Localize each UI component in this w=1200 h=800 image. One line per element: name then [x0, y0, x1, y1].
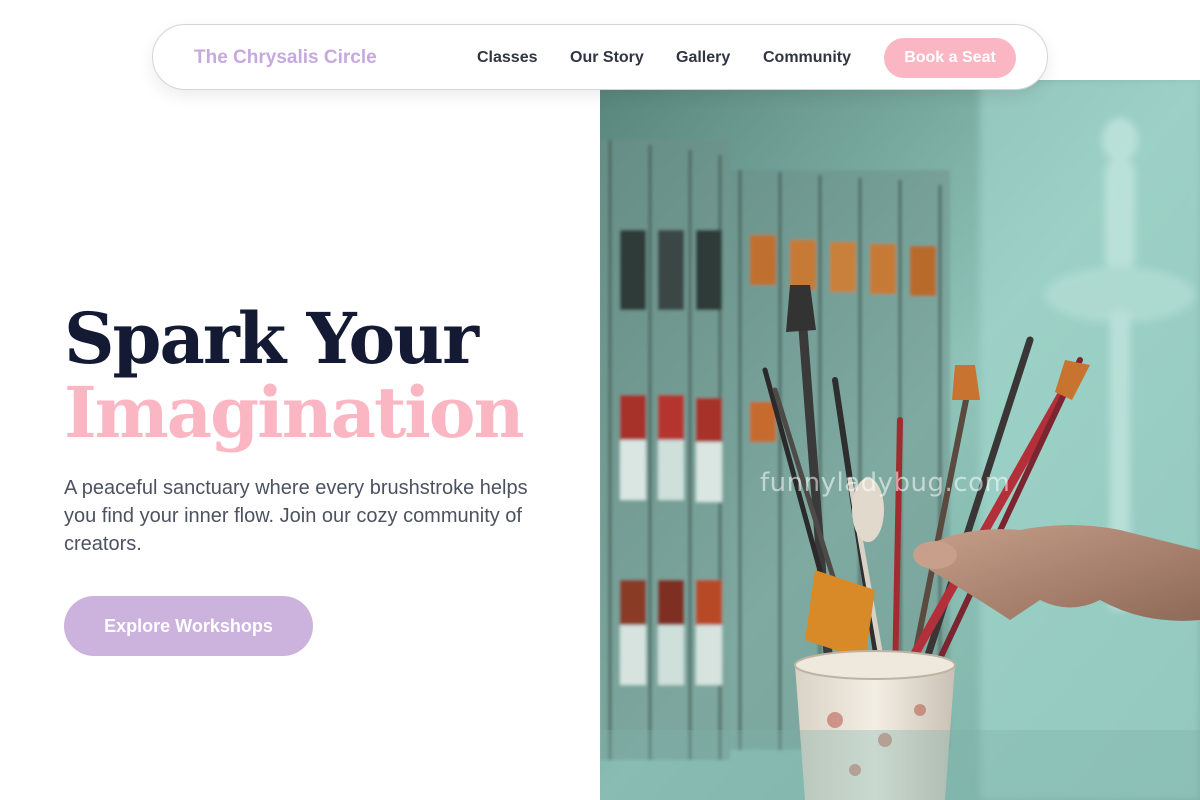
image-watermark: funnyladybug.com	[760, 468, 1011, 498]
headline-line-2: Imagination	[64, 371, 524, 454]
nav-link-community[interactable]: Community	[763, 49, 851, 67]
hero-image: funnyladybug.com	[600, 80, 1200, 800]
navbar: The Chrysalis Circle Classes Our Story G…	[152, 24, 1048, 90]
hero-description: A peaceful sanctuary where every brushst…	[64, 477, 528, 555]
nav-link-gallery[interactable]: Gallery	[676, 49, 730, 67]
explore-workshops-button[interactable]: Explore Workshops	[64, 596, 313, 656]
book-a-seat-button[interactable]: Book a Seat	[884, 38, 1016, 78]
nav-link-classes[interactable]: Classes	[477, 49, 538, 67]
hero-headline: Spark Your Imagination	[64, 302, 584, 450]
brand-logo[interactable]: The Chrysalis Circle	[194, 47, 377, 69]
headline-line-1: Spark Your	[64, 297, 479, 380]
paint-brushes-illustration	[600, 80, 1200, 800]
nav-link-our-story[interactable]: Our Story	[570, 49, 644, 67]
